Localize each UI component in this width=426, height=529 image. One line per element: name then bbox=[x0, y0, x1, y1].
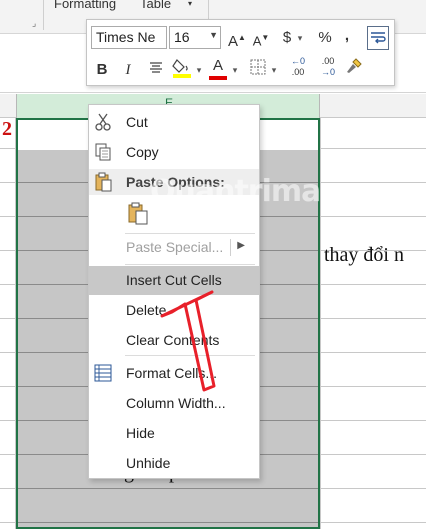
annotation-arrow-icon bbox=[160, 290, 216, 392]
